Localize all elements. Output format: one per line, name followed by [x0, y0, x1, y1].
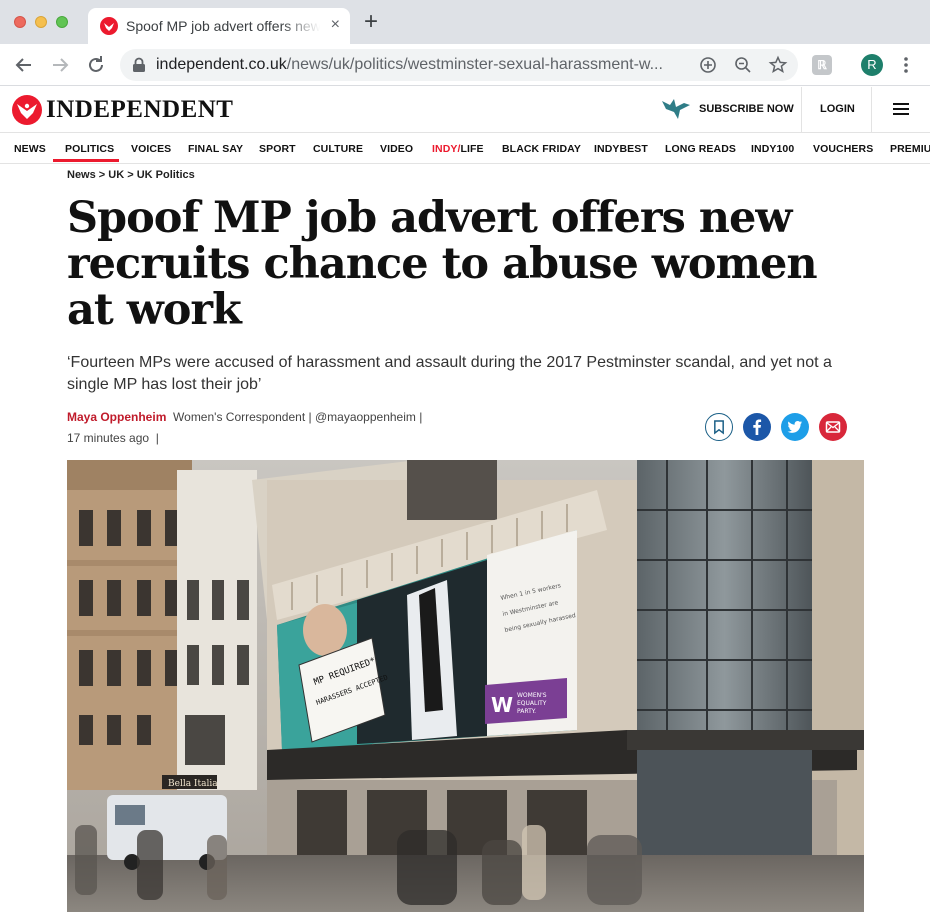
author-name[interactable]: Maya Oppenheim: [67, 410, 166, 424]
nav-premium[interactable]: PREMIU: [890, 143, 930, 155]
independent-eagle-logo-icon[interactable]: [12, 95, 42, 125]
browser-toolbar: independent.co.uk/news/uk/politics/westm…: [0, 44, 930, 86]
independent-favicon-icon: [100, 17, 118, 35]
window-minimize-button[interactable]: [35, 16, 47, 28]
svg-text:PARTY.: PARTY.: [517, 708, 536, 715]
hamburger-menu-icon[interactable]: [893, 102, 909, 116]
bookmark-icon[interactable]: [705, 413, 733, 441]
article-standfirst: ‘Fourteen MPs were accused of harassment…: [67, 354, 832, 393]
svg-text:WOMEN'S: WOMEN'S: [517, 692, 547, 699]
bookmark-star-icon[interactable]: [768, 55, 788, 75]
svg-text:EQUALITY: EQUALITY: [517, 700, 547, 707]
add-circle-icon[interactable]: [698, 55, 718, 75]
site-header: INDEPENDENT SUBSCRIBE NOW LOGIN: [0, 87, 930, 133]
nav-indy-life[interactable]: INDY/LIFE: [432, 143, 484, 155]
reload-icon[interactable]: [84, 53, 108, 77]
author-handle[interactable]: @mayaoppenheim: [315, 410, 416, 424]
email-icon[interactable]: [819, 413, 847, 441]
nav-culture[interactable]: CULTURE: [313, 143, 363, 155]
extension-icon[interactable]: ℝ: [812, 55, 832, 75]
twitter-icon[interactable]: [781, 413, 809, 441]
header-divider: [801, 87, 802, 133]
hero-image: MP REQUIRED* HARASSERS ACCEPTED When 1 i…: [67, 460, 864, 912]
forward-arrow-icon[interactable]: [48, 53, 72, 77]
url-text: independent.co.uk/news/uk/politics/westm…: [156, 56, 663, 73]
nav-final-say[interactable]: FINAL SAY: [188, 143, 243, 155]
facebook-icon[interactable]: [743, 413, 771, 441]
nav-video[interactable]: VIDEO: [380, 143, 413, 155]
back-arrow-icon[interactable]: [12, 53, 36, 77]
section-nav: NEWS POLITICS VOICES FINAL SAY SPORT CUL…: [0, 134, 930, 164]
nav-news[interactable]: NEWS: [14, 143, 46, 155]
nav-vouchers[interactable]: VOUCHERS: [813, 143, 873, 155]
svg-text:Bella Italia: Bella Italia: [168, 779, 218, 789]
tab-close-icon[interactable]: ×: [331, 16, 340, 34]
svg-text:W: W: [491, 693, 513, 717]
lock-icon: [133, 57, 145, 72]
header-divider: [871, 87, 872, 133]
author-role: Women's Correspondent: [173, 410, 306, 424]
subscribe-button[interactable]: SUBSCRIBE NOW: [699, 103, 794, 115]
nav-black-friday[interactable]: BLACK FRIDAY: [502, 143, 581, 155]
nav-long-reads[interactable]: LONG READS: [665, 143, 736, 155]
nav-indy100[interactable]: INDY100: [751, 143, 794, 155]
more-menu-icon[interactable]: [898, 54, 914, 76]
site-logo[interactable]: INDEPENDENT: [46, 96, 233, 124]
article-headline: Spoof MP job advert offers new recruits …: [67, 193, 818, 335]
nav-indybest[interactable]: INDYBEST: [594, 143, 648, 155]
tab-title: Spoof MP job advert offers new recruits …: [126, 18, 320, 34]
new-tab-button[interactable]: +: [364, 10, 378, 34]
nav-voices[interactable]: VOICES: [131, 143, 171, 155]
eagle-subscribe-icon: [662, 99, 690, 119]
hero-photo-illustration: MP REQUIRED* HARASSERS ACCEPTED When 1 i…: [67, 460, 864, 912]
nav-sport[interactable]: SPORT: [259, 143, 296, 155]
profile-avatar[interactable]: R: [861, 54, 883, 76]
address-bar[interactable]: independent.co.uk/news/uk/politics/westm…: [120, 49, 798, 81]
publish-time: 17 minutes ago |: [67, 431, 159, 445]
nav-active-indicator: [53, 159, 119, 162]
window-zoom-button[interactable]: [56, 16, 68, 28]
breadcrumb[interactable]: News > UK > UK Politics: [67, 169, 195, 181]
window-close-button[interactable]: [14, 16, 26, 28]
zoom-icon[interactable]: [733, 55, 753, 75]
byline: Maya Oppenheim Women's Correspondent | @…: [67, 410, 423, 424]
browser-tab-active[interactable]: Spoof MP job advert offers new recruits …: [88, 8, 350, 44]
nav-politics[interactable]: POLITICS: [65, 143, 114, 155]
login-button[interactable]: LOGIN: [820, 103, 855, 115]
browser-tab-strip: Spoof MP job advert offers new recruits …: [0, 0, 930, 44]
